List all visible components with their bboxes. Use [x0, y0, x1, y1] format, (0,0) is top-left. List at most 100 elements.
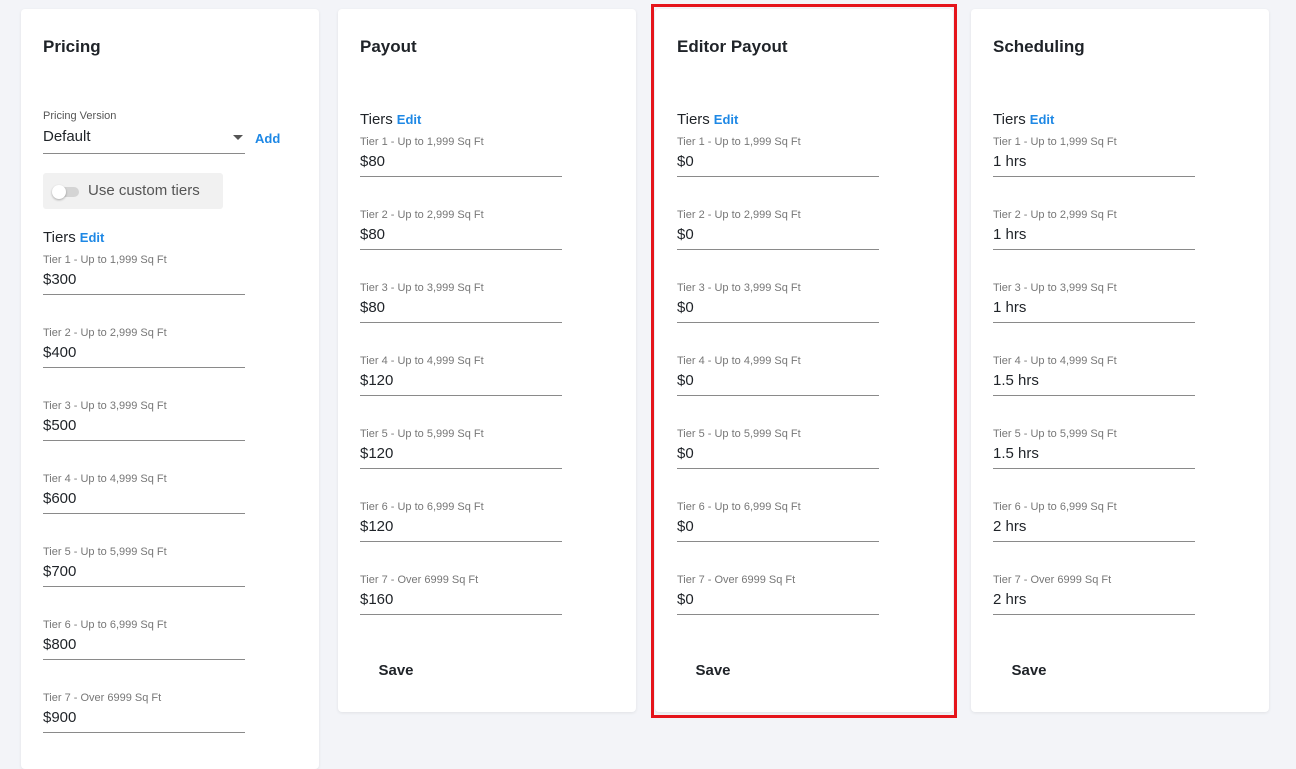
pricing-version-value: Default: [43, 128, 91, 145]
tier-label: Tier 5 - Up to 5,999 Sq Ft: [360, 428, 484, 440]
tier-1-field[interactable]: Tier 1 - Up to 1,999 Sq Ft $0: [677, 136, 879, 177]
tier-value[interactable]: 1.5 hrs: [993, 444, 1195, 464]
tier-value[interactable]: $120: [360, 444, 562, 464]
tier-5-field[interactable]: Tier 5 - Up to 5,999 Sq Ft $120: [360, 428, 562, 469]
add-pricing-version-button[interactable]: Add: [255, 131, 280, 146]
tier-value[interactable]: $600: [43, 489, 245, 509]
tier-7-field[interactable]: Tier 7 - Over 6999 Sq Ft $160: [360, 574, 562, 615]
tier-2-field[interactable]: Tier 2 - Up to 2,999 Sq Ft $0: [677, 209, 879, 250]
tier-value[interactable]: $0: [677, 298, 879, 318]
tier-value[interactable]: $700: [43, 562, 245, 582]
editor-payout-card: Editor Payout Tiers Edit Save Tier 1 - Up…: [655, 9, 953, 712]
pricing-version-select[interactable]: Default: [43, 126, 245, 154]
tier-1-field[interactable]: Tier 1 - Up to 1,999 Sq Ft $300: [43, 254, 245, 295]
scheduling-card: Scheduling Tiers Edit Save Tier 1 - Up to…: [971, 9, 1269, 712]
tier-3-field[interactable]: Tier 3 - Up to 3,999 Sq Ft $500: [43, 400, 245, 441]
caret-down-icon: [233, 135, 243, 140]
tier-2-field[interactable]: Tier 2 - Up to 2,999 Sq Ft $400: [43, 327, 245, 368]
tier-1-field[interactable]: Tier 1 - Up to 1,999 Sq Ft $80: [360, 136, 562, 177]
tier-label: Tier 7 - Over 6999 Sq Ft: [43, 692, 162, 704]
editor-payout-title: Editor Payout: [677, 37, 788, 56]
tier-value[interactable]: $80: [360, 298, 562, 318]
tier-2-field[interactable]: Tier 2 - Up to 2,999 Sq Ft 1 hrs: [993, 209, 1195, 250]
tier-value[interactable]: 1.5 hrs: [993, 371, 1195, 391]
tier-value[interactable]: $80: [360, 225, 562, 245]
tier-value[interactable]: $0: [677, 517, 879, 537]
tier-label: Tier 4 - Up to 4,999 Sq Ft: [360, 355, 484, 367]
tier-label: Tier 4 - Up to 4,999 Sq Ft: [993, 355, 1117, 367]
editor-payout-save-button[interactable]: Save: [681, 657, 745, 683]
tier-label: Tier 3 - Up to 3,999 Sq Ft: [677, 282, 801, 294]
tier-3-field[interactable]: Tier 3 - Up to 3,999 Sq Ft $0: [677, 282, 879, 323]
tier-1-field[interactable]: Tier 1 - Up to 1,999 Sq Ft 1 hrs: [993, 136, 1195, 177]
tier-7-field[interactable]: Tier 7 - Over 6999 Sq Ft $900: [43, 692, 245, 733]
tier-4-field[interactable]: Tier 4 - Up to 4,999 Sq Ft 1.5 hrs: [993, 355, 1195, 396]
payout-card: Payout Tiers Edit Save Tier 1 - Up to 1,9…: [338, 9, 636, 712]
tier-5-field[interactable]: Tier 5 - Up to 5,999 Sq Ft $0: [677, 428, 879, 469]
scheduling-tiers-edit-link[interactable]: Edit: [1030, 112, 1055, 127]
use-custom-tiers-toggle[interactable]: Use custom tiers: [43, 173, 223, 209]
tier-label: Tier 1 - Up to 1,999 Sq Ft: [677, 136, 801, 148]
tier-value[interactable]: $0: [677, 444, 879, 464]
tier-label: Tier 2 - Up to 2,999 Sq Ft: [43, 327, 167, 339]
tier-6-field[interactable]: Tier 6 - Up to 6,999 Sq Ft $800: [43, 619, 245, 660]
tier-value[interactable]: 2 hrs: [993, 590, 1195, 610]
tier-label: Tier 5 - Up to 5,999 Sq Ft: [677, 428, 801, 440]
tier-value[interactable]: $0: [677, 590, 879, 610]
toggle-knob: [52, 185, 66, 199]
tier-3-field[interactable]: Tier 3 - Up to 3,999 Sq Ft 1 hrs: [993, 282, 1195, 323]
tier-value[interactable]: $300: [43, 270, 245, 290]
tier-3-field[interactable]: Tier 3 - Up to 3,999 Sq Ft $80: [360, 282, 562, 323]
payout-title: Payout: [360, 37, 417, 56]
tier-value[interactable]: $0: [677, 371, 879, 391]
tier-value[interactable]: $900: [43, 708, 245, 728]
tiers-label: Tiers: [677, 111, 710, 128]
editor-payout-tiers-edit-link[interactable]: Edit: [714, 112, 739, 127]
pricing-version-label: Pricing Version: [43, 110, 117, 122]
tier-7-field[interactable]: Tier 7 - Over 6999 Sq Ft 2 hrs: [993, 574, 1195, 615]
scheduling-title: Scheduling: [993, 37, 1085, 56]
tier-value[interactable]: $80: [360, 152, 562, 172]
tier-label: Tier 4 - Up to 4,999 Sq Ft: [677, 355, 801, 367]
tier-label: Tier 7 - Over 6999 Sq Ft: [360, 574, 479, 586]
pricing-tiers-edit-link[interactable]: Edit: [80, 230, 105, 245]
tier-7-field[interactable]: Tier 7 - Over 6999 Sq Ft $0: [677, 574, 879, 615]
tier-value[interactable]: $120: [360, 371, 562, 391]
tier-label: Tier 6 - Up to 6,999 Sq Ft: [993, 501, 1117, 513]
tier-label: Tier 7 - Over 6999 Sq Ft: [677, 574, 796, 586]
tier-value[interactable]: 1 hrs: [993, 225, 1195, 245]
tier-value[interactable]: $800: [43, 635, 245, 655]
tier-label: Tier 3 - Up to 3,999 Sq Ft: [360, 282, 484, 294]
tier-6-field[interactable]: Tier 6 - Up to 6,999 Sq Ft 2 hrs: [993, 501, 1195, 542]
tier-6-field[interactable]: Tier 6 - Up to 6,999 Sq Ft $120: [360, 501, 562, 542]
editor-payout-tiers-heading: Tiers Edit: [677, 111, 738, 128]
tier-label: Tier 1 - Up to 1,999 Sq Ft: [43, 254, 167, 266]
scheduling-tiers-heading: Tiers Edit: [993, 111, 1054, 128]
pricing-card: Pricing Pricing Version Default Add Use …: [21, 9, 319, 769]
tier-value[interactable]: $500: [43, 416, 245, 436]
payout-save-button[interactable]: Save: [364, 657, 428, 683]
tier-value[interactable]: $160: [360, 590, 562, 610]
tier-label: Tier 3 - Up to 3,999 Sq Ft: [993, 282, 1117, 294]
tier-5-field[interactable]: Tier 5 - Up to 5,999 Sq Ft 1.5 hrs: [993, 428, 1195, 469]
tier-label: Tier 2 - Up to 2,999 Sq Ft: [360, 209, 484, 221]
tier-6-field[interactable]: Tier 6 - Up to 6,999 Sq Ft $0: [677, 501, 879, 542]
tier-4-field[interactable]: Tier 4 - Up to 4,999 Sq Ft $120: [360, 355, 562, 396]
tier-label: Tier 2 - Up to 2,999 Sq Ft: [993, 209, 1117, 221]
tier-4-field[interactable]: Tier 4 - Up to 4,999 Sq Ft $0: [677, 355, 879, 396]
toggle-track: [52, 185, 79, 199]
tier-value[interactable]: $0: [677, 152, 879, 172]
scheduling-save-button[interactable]: Save: [997, 657, 1061, 683]
payout-tiers-edit-link[interactable]: Edit: [397, 112, 422, 127]
tier-4-field[interactable]: Tier 4 - Up to 4,999 Sq Ft $600: [43, 473, 245, 514]
tier-value[interactable]: 1 hrs: [993, 298, 1195, 318]
tier-label: Tier 6 - Up to 6,999 Sq Ft: [360, 501, 484, 513]
pricing-tiers-heading: Tiers Edit: [43, 229, 104, 246]
tier-2-field[interactable]: Tier 2 - Up to 2,999 Sq Ft $80: [360, 209, 562, 250]
tier-value[interactable]: 2 hrs: [993, 517, 1195, 537]
tier-value[interactable]: 1 hrs: [993, 152, 1195, 172]
tier-value[interactable]: $400: [43, 343, 245, 363]
tier-value[interactable]: $0: [677, 225, 879, 245]
tier-5-field[interactable]: Tier 5 - Up to 5,999 Sq Ft $700: [43, 546, 245, 587]
tier-value[interactable]: $120: [360, 517, 562, 537]
